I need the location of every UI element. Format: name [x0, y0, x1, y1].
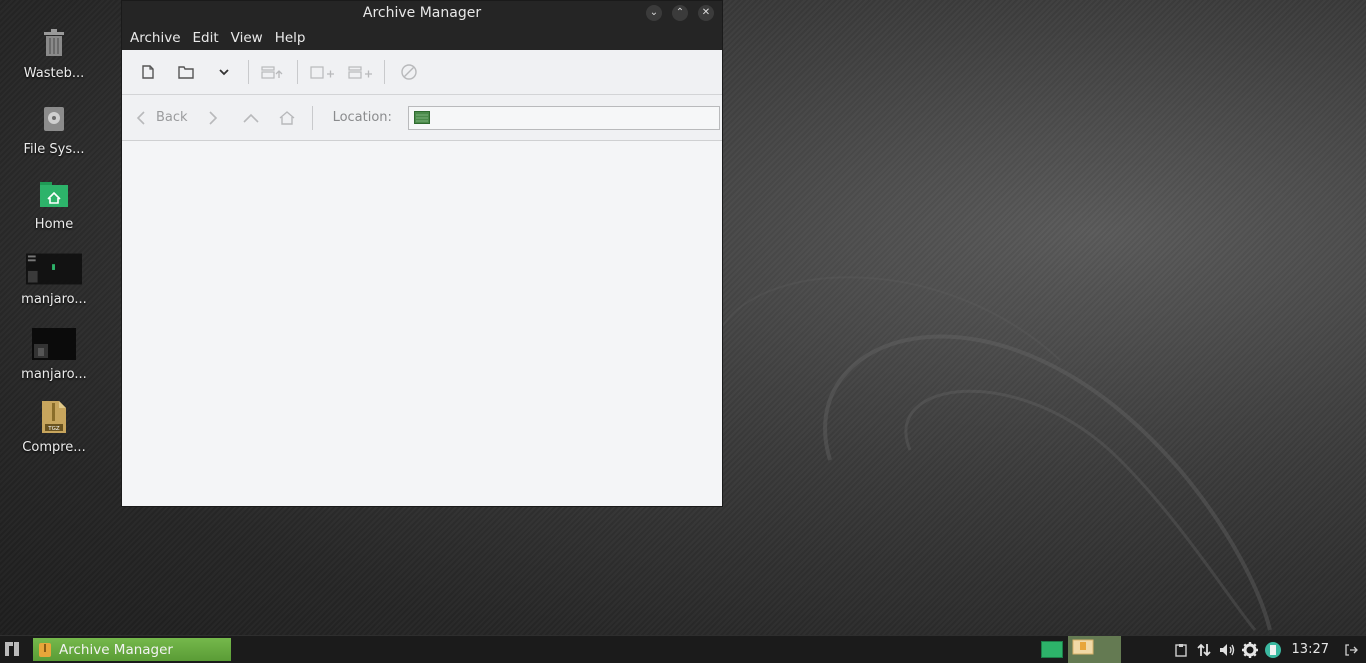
workspace-2[interactable]: [1068, 636, 1121, 663]
taskbar-item-label: Archive Manager: [59, 641, 173, 658]
desktop-icon-compressed[interactable]: TGZ Compre...: [14, 398, 94, 455]
home-button[interactable]: [278, 104, 296, 132]
stop-icon: [401, 64, 417, 80]
menu-view[interactable]: View: [226, 30, 268, 46]
window-controls: ⌄ ⌃ ✕: [646, 5, 714, 21]
desktop-icon-wastebasket[interactable]: Wasteb...: [14, 24, 94, 81]
open-archive-button[interactable]: [170, 58, 202, 86]
chevron-left-icon: [136, 110, 145, 125]
extract-button[interactable]: [257, 58, 289, 86]
window-preview-icon: [1072, 639, 1094, 655]
close-button[interactable]: ✕: [698, 5, 714, 21]
add-folder-icon: [348, 66, 372, 79]
clipboard-icon: [1174, 643, 1187, 657]
open-recent-dropdown-button[interactable]: [208, 58, 240, 86]
desktop-icon-label: Home: [34, 217, 74, 232]
forward-button[interactable]: [206, 104, 220, 132]
add-files-button[interactable]: [306, 58, 338, 86]
image-thumbnail-icon: [26, 325, 82, 363]
home-folder-icon: [26, 175, 82, 213]
taskbar: Archive Manager 13:27: [0, 635, 1366, 663]
chevron-right-icon: [208, 110, 217, 125]
home-icon: [279, 110, 295, 125]
svg-text:TGZ: TGZ: [47, 426, 60, 432]
location-input[interactable]: [407, 105, 720, 130]
desktop-icon-home[interactable]: Home: [14, 175, 94, 232]
add-folder-button[interactable]: [344, 58, 376, 86]
file-list-area[interactable]: [122, 141, 722, 506]
toolbar: [122, 50, 722, 95]
back-button[interactable]: Back: [134, 104, 188, 132]
taskbar-item-archive-manager[interactable]: Archive Manager: [33, 638, 231, 661]
image-thumbnail-icon: [26, 250, 82, 288]
window-titlebar[interactable]: Archive Manager ⌄ ⌃ ✕: [122, 1, 722, 25]
minimize-button[interactable]: ⌄: [646, 5, 662, 21]
gear-icon: [1241, 641, 1258, 658]
chevron-down-icon: [219, 69, 229, 76]
desktop-icon-screenshot-2[interactable]: manjaro...: [14, 325, 94, 382]
toolbar-separator: [248, 60, 249, 84]
clock[interactable]: 13:27: [1292, 642, 1329, 657]
menubar: Archive Edit View Help: [122, 25, 722, 50]
volume-tray-button[interactable]: [1216, 639, 1238, 661]
desktop-icon-label: Compre...: [22, 440, 86, 455]
window-title: Archive Manager: [362, 5, 482, 21]
back-label: Back: [156, 110, 188, 125]
logout-tray-button[interactable]: [1340, 639, 1362, 661]
folder-icon: [178, 66, 194, 79]
system-tray: 13:27: [1169, 636, 1366, 663]
stop-button[interactable]: [393, 58, 425, 86]
manjaro-logo-icon: [5, 642, 19, 656]
close-icon: ✕: [701, 7, 711, 18]
network-tray-button[interactable]: [1193, 639, 1215, 661]
menu-help[interactable]: Help: [270, 30, 311, 46]
toolbar-separator: [297, 60, 298, 84]
network-arrows-icon: [1196, 643, 1211, 656]
logout-icon: [1345, 643, 1358, 656]
new-document-icon: [142, 65, 154, 79]
desktop-icon-file-system[interactable]: File Sys...: [14, 100, 94, 157]
up-button[interactable]: [242, 104, 260, 132]
location-label: Location:: [332, 110, 392, 125]
chevron-up-icon: [242, 113, 259, 123]
trash-icon: [26, 24, 82, 62]
archive-file-icon: TGZ: [26, 398, 82, 436]
desktop-icon-label: Wasteb...: [23, 66, 85, 81]
desktop-icon-label: manjaro...: [21, 367, 87, 382]
app-menu-button[interactable]: [4, 641, 20, 661]
desktop-icon-label: File Sys...: [23, 142, 85, 157]
clipboard-tray-button[interactable]: [1170, 639, 1192, 661]
desktop-icon-label: manjaro...: [21, 292, 87, 307]
extract-icon: [261, 66, 283, 79]
chevron-down-icon: ⌄: [649, 7, 659, 18]
chevron-up-icon: ⌃: [675, 7, 685, 18]
drive-icon: [26, 100, 82, 138]
toolbar-separator: [384, 60, 385, 84]
new-archive-button[interactable]: [132, 58, 164, 86]
toolbar-separator: [311, 105, 313, 130]
update-manager-icon: [1264, 641, 1281, 658]
update-tray-button[interactable]: [1262, 639, 1284, 661]
speaker-icon: [1219, 643, 1234, 656]
workspace-1[interactable]: [1041, 641, 1063, 658]
desktop-icon-screenshot-1[interactable]: manjaro...: [14, 250, 94, 307]
menu-archive[interactable]: Archive: [125, 30, 186, 46]
archive-manager-window: Archive Manager ⌄ ⌃ ✕ Archive Edit View …: [121, 0, 723, 507]
archive-manager-icon: [39, 642, 51, 657]
folder-icon: [413, 111, 430, 124]
maximize-button[interactable]: ⌃: [672, 5, 688, 21]
add-files-icon: [310, 66, 334, 79]
settings-tray-button[interactable]: [1239, 639, 1261, 661]
menu-edit[interactable]: Edit: [188, 30, 224, 46]
location-bar: Back Location:: [122, 95, 722, 141]
